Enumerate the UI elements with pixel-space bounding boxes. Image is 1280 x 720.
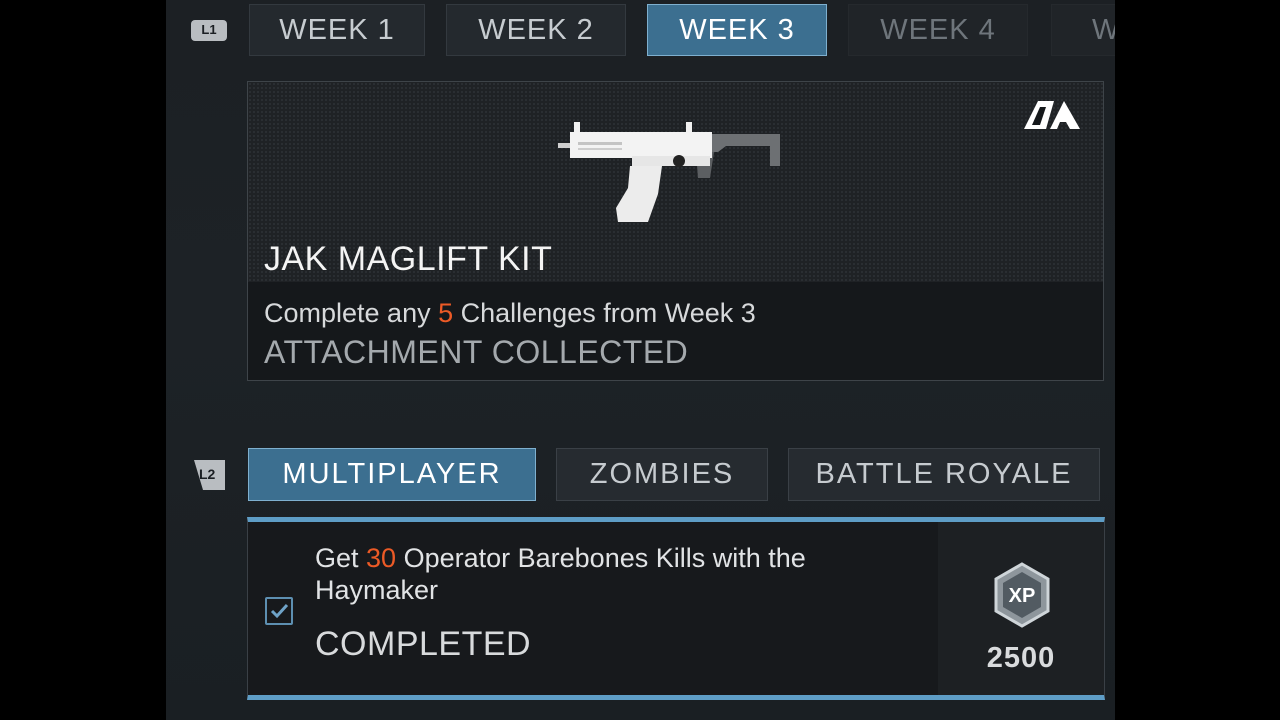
xp-badge-icon: XP — [994, 562, 1050, 628]
reward-status: ATTACHMENT COLLECTED — [264, 334, 689, 370]
tab-multiplayer[interactable]: MULTIPLAYER — [248, 448, 536, 501]
tab-battle-royale[interactable]: BATTLE ROYALE — [788, 448, 1100, 501]
challenge-reward-area: XP 2500 — [938, 522, 1104, 695]
tab-week-5[interactable]: W — [1051, 4, 1115, 56]
challenge-count: 30 — [366, 543, 397, 573]
challenge-description: Get 30 Operator Barebones Kills with the… — [315, 542, 875, 606]
attachment-icon — [1024, 101, 1080, 129]
reward-desc-suffix: Challenges from Week 3 — [453, 298, 756, 328]
reward-desc-count: 5 — [438, 298, 454, 328]
tab-week-2[interactable]: WEEK 2 — [446, 4, 626, 56]
challenge-item[interactable]: XP 2500 Get 30 Operator Barebones Kills … — [247, 517, 1105, 700]
checkmark-icon — [270, 603, 289, 619]
weekly-reward-card[interactable]: JAK MAGLIFT KIT Complete any 5 Challenge… — [247, 81, 1104, 381]
l1-bumper-hint: L1 — [191, 20, 227, 41]
smg-weapon-icon — [558, 122, 780, 222]
reward-desc-prefix: Complete any — [264, 298, 439, 328]
challenge-status: COMPLETED — [315, 625, 532, 663]
tab-week-1[interactable]: WEEK 1 — [249, 4, 425, 56]
tab-week-4[interactable]: WEEK 4 — [848, 4, 1028, 56]
l2-bumper-label: L2 — [199, 466, 216, 482]
completed-checkbox — [265, 597, 293, 625]
challenges-panel: L1 WEEK 1 WEEK 2 WEEK 3 WEEK 4 W JAK MAG… — [166, 0, 1115, 720]
challenge-text-prefix: Get — [315, 543, 367, 573]
reward-description: Complete any 5 Challenges from Week 3 — [264, 298, 756, 329]
xp-amount: 2500 — [986, 642, 1056, 674]
tab-zombies[interactable]: ZOMBIES — [556, 448, 768, 501]
svg-text:XP: XP — [1009, 585, 1036, 607]
reward-title: JAK MAGLIFT KIT — [264, 240, 553, 278]
tab-week-3[interactable]: WEEK 3 — [647, 4, 827, 56]
